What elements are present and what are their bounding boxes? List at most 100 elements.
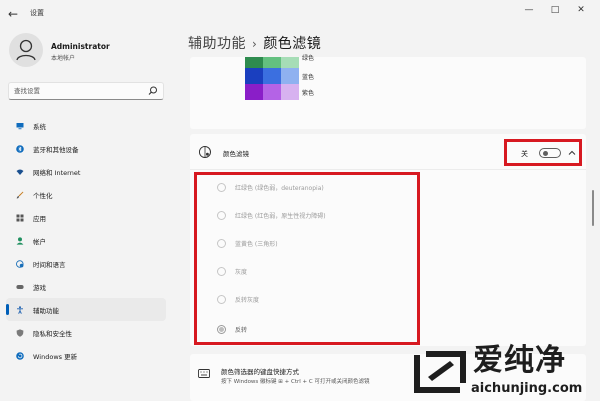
color-filter-icon	[199, 146, 211, 158]
swatch-row-blue	[245, 68, 299, 84]
swatch-label-blue: 蓝色	[302, 74, 315, 81]
person-icon	[16, 236, 24, 245]
back-button[interactable]: ←	[4, 5, 22, 23]
app-title: 设置	[30, 9, 44, 17]
watermark-url: aichunjing.com	[471, 381, 583, 396]
sidebar-item-accounts[interactable]: 帐户	[6, 229, 166, 252]
sidebar-item-label: 辅助功能	[33, 306, 59, 315]
sidebar-item-label: 系统	[33, 122, 46, 131]
page-title: 颜色滤镜	[263, 36, 322, 52]
swatch	[245, 68, 263, 84]
watermark-brand: 爱纯净	[473, 343, 566, 378]
sidebar-item-label: 网络和 Internet	[33, 168, 81, 177]
filter-option-inverted[interactable]: 反转	[217, 322, 247, 336]
toggle-state-label: 关	[521, 150, 528, 158]
sidebar-item-label: 蓝牙和其他设备	[33, 145, 79, 154]
breadcrumb-parent[interactable]: 辅助功能	[188, 36, 246, 52]
settings-window: ← 设置 — □ ✕ Administrator 本地帐户 系统	[0, 0, 600, 401]
sidebar-item-label: 游戏	[33, 283, 46, 292]
sidebar-item-gaming[interactable]: 游戏	[6, 275, 166, 298]
back-arrow-icon: ←	[7, 7, 19, 21]
minimize-button[interactable]: —	[519, 3, 539, 17]
profile-name: Administrator	[51, 42, 110, 51]
watermark-logo-icon	[414, 351, 466, 393]
option-label: 反转灰度	[235, 296, 260, 304]
sidebar-item-privacy-security[interactable]: 隐私和安全性	[6, 321, 166, 344]
color-filters-card: 颜色滤镜 关 红绿色 (绿色弱，deuteranopia) 红绿色 (红色弱，原…	[190, 134, 586, 346]
color-filters-title: 颜色滤镜	[223, 150, 249, 158]
shortcut-title: 颜色筛选器的键盘快捷方式	[221, 368, 299, 376]
close-button[interactable]: ✕	[571, 3, 591, 17]
filter-options-highlight-box	[194, 172, 420, 345]
filter-option-inverted-grayscale[interactable]: 反转灰度	[217, 292, 259, 306]
swatch	[245, 84, 263, 100]
sidebar-item-label: Windows 更新	[33, 352, 78, 361]
sidebar-item-label: 隐私和安全性	[33, 329, 72, 338]
sidebar-item-label: 时间和语言	[33, 260, 66, 269]
filter-option-tritanopia[interactable]: 蓝黄色 (三角形)	[217, 236, 278, 250]
sidebar-item-accessibility[interactable]: 辅助功能	[6, 298, 166, 321]
swatch	[263, 84, 281, 100]
filter-option-protanopia[interactable]: 红绿色 (红色弱，原生性视力障碍)	[217, 208, 326, 222]
option-label: 灰度	[235, 268, 248, 276]
brush-icon	[16, 191, 24, 198]
maximize-button[interactable]: □	[545, 3, 565, 17]
sidebar-item-network[interactable]: 网络和 Internet	[6, 160, 166, 183]
sidebar-item-personalization[interactable]: 个性化	[6, 183, 166, 206]
color-preview-card: 绿色 蓝色 紫色	[190, 55, 586, 129]
close-icon: ✕	[577, 5, 585, 15]
swatch	[263, 68, 281, 84]
accessibility-icon	[17, 305, 23, 314]
gamepad-icon	[16, 284, 24, 289]
shield-icon	[16, 328, 24, 337]
radio-button[interactable]	[217, 182, 226, 192]
person-avatar-icon	[16, 39, 36, 61]
option-label: 反转	[235, 326, 248, 334]
filter-option-grayscale[interactable]: 灰度	[217, 264, 247, 278]
search-input[interactable]	[9, 83, 139, 99]
radio-button[interactable]	[217, 294, 226, 304]
apps-icon	[16, 214, 24, 221]
sidebar-nav: 系统 蓝牙和其他设备 网络和 Internet 个性化 应用 帐户 时间和语言	[6, 114, 166, 367]
radio-button[interactable]	[217, 238, 226, 248]
radio-button[interactable]	[217, 210, 226, 220]
minimize-icon: —	[524, 5, 534, 15]
option-label: 红绿色 (红色弱，原生性视力障碍)	[235, 212, 326, 220]
scrollbar-thumb[interactable]	[592, 190, 594, 226]
watermark: 爱纯净 aichunjing.com	[398, 342, 600, 401]
sidebar-item-system[interactable]: 系统	[6, 114, 166, 137]
toggle-highlight-box: 关	[504, 139, 582, 166]
sidebar-item-apps[interactable]: 应用	[6, 206, 166, 229]
radio-button-selected[interactable]	[217, 324, 226, 334]
globe-clock-icon	[16, 259, 24, 268]
option-label: 蓝黄色 (三角形)	[235, 240, 278, 248]
sidebar-item-bluetooth[interactable]: 蓝牙和其他设备	[6, 137, 166, 160]
sidebar-item-windows-update[interactable]: Windows 更新	[6, 344, 166, 367]
profile-account-type: 本地帐户	[51, 55, 76, 62]
option-label: 红绿色 (绿色弱，deuteranopia)	[235, 184, 324, 192]
keyboard-icon	[198, 369, 210, 378]
color-filters-toggle[interactable]	[539, 148, 561, 158]
filter-option-deuteranopia[interactable]: 红绿色 (绿色弱，deuteranopia)	[217, 180, 324, 194]
avatar[interactable]	[9, 33, 43, 67]
chevron-up-icon[interactable]	[567, 148, 577, 158]
monitor-icon	[16, 122, 24, 129]
swatch-label-green: 绿色	[302, 55, 315, 62]
sidebar-item-time-language[interactable]: 时间和语言	[6, 252, 166, 275]
search-icon[interactable]	[147, 85, 159, 97]
maximize-icon: □	[550, 5, 560, 15]
breadcrumb-separator-icon: ›	[252, 37, 258, 51]
swatch-label-purple: 紫色	[302, 90, 315, 97]
swatch-row-purple	[245, 84, 299, 100]
breadcrumb: 辅助功能 › 颜色滤镜	[188, 33, 321, 53]
radio-button[interactable]	[217, 266, 226, 276]
sidebar-item-label: 个性化	[33, 191, 53, 200]
bluetooth-icon	[16, 144, 24, 153]
title-bar: ← 设置 — □ ✕	[0, 0, 600, 28]
color-filters-header[interactable]: 颜色滤镜 关	[190, 134, 586, 170]
swatch	[281, 68, 299, 84]
sidebar-item-label: 帐户	[33, 237, 46, 246]
swatch	[281, 84, 299, 100]
search-box	[8, 82, 164, 100]
sidebar-item-label: 应用	[33, 214, 46, 223]
